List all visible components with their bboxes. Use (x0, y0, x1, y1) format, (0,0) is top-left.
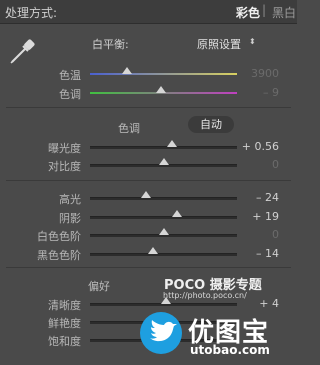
treatment-label: 处理方式: (5, 6, 58, 20)
slider-value[interactable]: – 24 (233, 191, 279, 204)
site-watermark: utobao.com (190, 343, 270, 357)
mode-bw-button[interactable]: 黑白 (272, 4, 296, 21)
chevron-updown-icon[interactable]: ⬍ (249, 37, 256, 46)
slider-thumb[interactable] (140, 191, 151, 198)
auto-tone-button[interactable]: 自动 (188, 116, 234, 133)
slider-thumb[interactable] (158, 158, 169, 165)
slider-thumb[interactable] (155, 86, 166, 93)
slider-track[interactable] (90, 146, 237, 149)
slider-value[interactable]: – 14 (233, 247, 279, 260)
divider (6, 107, 291, 108)
eyedropper-icon[interactable] (8, 34, 40, 66)
slider-label: 曝光度 (48, 142, 81, 155)
slider-value[interactable]: – 9 (233, 86, 279, 99)
wb-preset-dropdown[interactable]: 原照设置 (197, 36, 241, 52)
slider-track[interactable] (90, 197, 237, 200)
slider-thumb[interactable] (121, 67, 132, 74)
divider (6, 180, 291, 181)
slider-label: 色调 (59, 88, 81, 101)
tone-section-title: 色调 (118, 122, 140, 135)
poco-watermark-url: http://photo.poco.cn/ (163, 291, 247, 300)
slider-value[interactable]: + 0.56 (233, 140, 279, 153)
slider-track[interactable] (90, 73, 237, 75)
slider-label: 鲜艳度 (48, 317, 81, 330)
slider-label: 黑色色阶 (37, 248, 81, 262)
slider-label: 阴影 (59, 211, 81, 225)
mode-color-button[interactable]: 彩色 (236, 4, 260, 21)
slider-label: 对比度 (48, 160, 81, 173)
slider-value[interactable]: 0 (233, 158, 279, 171)
slider-value[interactable]: 3900 (233, 67, 279, 80)
mode-separator: | (262, 3, 267, 17)
treatment-bar: 处理方式: 彩色 | 黑白 (0, 0, 297, 24)
slider-label: 高光 (59, 193, 81, 206)
slider-thumb[interactable] (158, 228, 169, 235)
slider-label: 白色色阶 (37, 230, 81, 243)
slider-track[interactable] (90, 252, 237, 256)
slider-label: 饱和度 (48, 335, 81, 348)
slider-thumb[interactable] (171, 209, 182, 217)
bird-logo-icon (140, 312, 182, 354)
slider-value[interactable]: 0 (233, 228, 279, 241)
slider-label: 色温 (59, 69, 81, 82)
slider-value[interactable]: + 19 (233, 210, 279, 223)
divider (6, 267, 291, 268)
slider-thumb[interactable] (148, 246, 159, 254)
presence-section-title: 偏好 (88, 280, 110, 293)
white-balance-label: 白平衡: (92, 38, 129, 51)
slider-thumb[interactable] (167, 140, 178, 147)
slider-track[interactable] (90, 215, 237, 219)
slider-label: 清晰度 (48, 299, 81, 312)
